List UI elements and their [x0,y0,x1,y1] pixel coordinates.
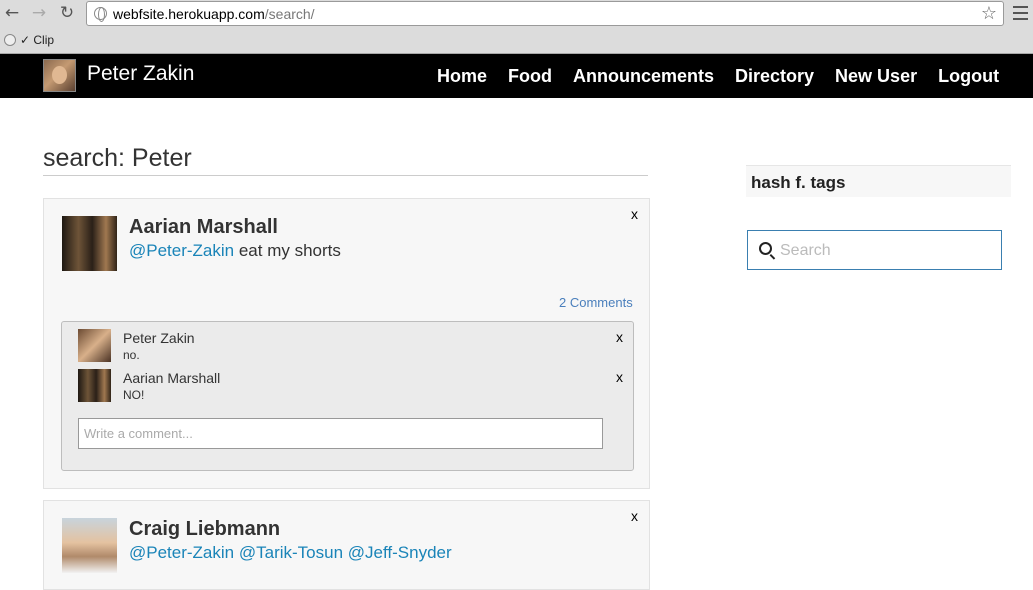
url-path: /search/ [264,6,315,22]
tags-heading: hash f. tags [751,173,846,192]
comment-text: no. [123,348,140,362]
post-card: Craig Liebmann @Peter-Zakin @Tarik-Tosun… [43,500,650,590]
mention-link[interactable]: @Peter-Zakin [129,241,234,260]
brand-user-name[interactable]: Peter Zakin [87,62,194,86]
address-bar[interactable]: webfsite.herokuapp.com/search/ ☆ [86,1,1004,26]
search-input[interactable] [780,239,995,263]
post-author[interactable]: Aarian Marshall [129,216,278,239]
bookmarks-bar: ✓ Clip [0,30,1033,52]
comment-author[interactable]: Aarian Marshall [123,370,220,386]
menu-icon[interactable] [1011,2,1031,24]
forward-arrow-icon[interactable]: → [30,4,48,22]
post-body: eat my shorts [234,241,341,260]
delete-post-button[interactable]: x [631,508,638,524]
nav-announcements[interactable]: Announcements [573,66,714,87]
comments-panel: Peter Zakin no. x Aarian Marshall NO! x [61,321,634,471]
mention-link[interactable]: @Tarik-Tosun [239,543,343,562]
delete-comment-button[interactable]: x [616,369,623,385]
mention-link[interactable]: @Peter-Zakin [129,543,234,562]
back-arrow-icon[interactable]: ← [3,4,21,22]
nav-logout[interactable]: Logout [938,66,999,87]
comments-toggle-link[interactable]: 2 Comments [559,295,633,310]
post-author-avatar[interactable] [62,518,117,573]
delete-comment-button[interactable]: x [616,329,623,345]
site-navbar: Peter Zakin Home Food Announcements Dire… [0,54,1033,98]
title-divider [43,175,648,176]
nav-directory[interactable]: Directory [735,66,814,87]
post-text: @Peter-Zakin eat my shorts [129,241,341,261]
post-author-avatar[interactable] [62,216,117,271]
mention-link[interactable]: @Jeff-Snyder [348,543,452,562]
nav-links: Home Food Announcements Directory New Us… [437,66,1020,87]
url-host: webfsite.herokuapp.com [113,6,265,22]
bookmark-clip[interactable]: ✓ Clip [20,33,54,47]
comment-input[interactable] [78,418,603,449]
search-box[interactable] [747,230,1002,270]
page-title: search: Peter [43,144,192,172]
post-card: Aarian Marshall @Peter-Zakin eat my shor… [43,198,650,489]
comment-avatar[interactable] [78,369,111,402]
bookmark-star-icon[interactable]: ☆ [981,3,997,24]
comment-text: NO! [123,388,145,402]
comment-avatar[interactable] [78,329,111,362]
search-icon [759,242,772,255]
user-avatar[interactable] [43,59,76,92]
delete-post-button[interactable]: x [631,206,638,222]
nav-food[interactable]: Food [508,66,552,87]
url-text[interactable]: webfsite.herokuapp.com/search/ [113,6,315,22]
comment: Peter Zakin no. x [78,329,623,363]
post-text: @Peter-Zakin @Tarik-Tosun @Jeff-Snyder [129,543,452,563]
nav-new-user[interactable]: New User [835,66,917,87]
comment: Aarian Marshall NO! x [78,369,623,403]
globe-icon [94,7,107,22]
reload-icon[interactable]: ↻ [58,4,76,22]
post-author[interactable]: Craig Liebmann [129,518,280,541]
bookmark-globe-icon [4,34,16,46]
nav-home[interactable]: Home [437,66,487,87]
tags-panel: hash f. tags [746,165,1011,197]
browser-chrome: ← → ↻ webfsite.herokuapp.com/search/ ☆ ✓… [0,0,1033,54]
comment-author[interactable]: Peter Zakin [123,330,195,346]
